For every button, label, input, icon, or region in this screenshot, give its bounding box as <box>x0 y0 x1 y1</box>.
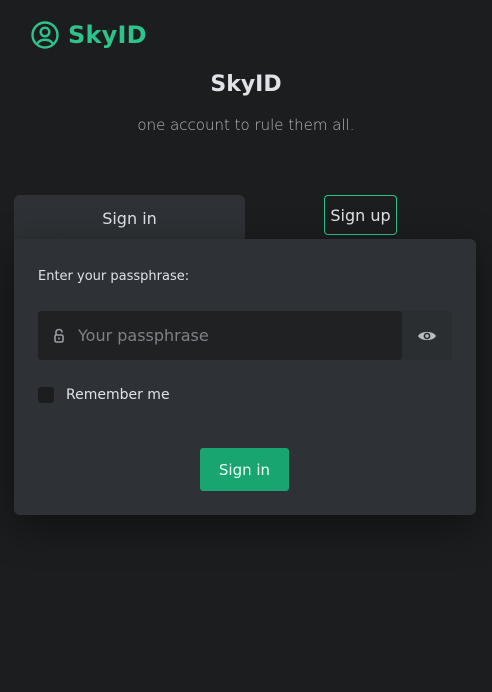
sign-in-card: Enter your passphrase: Remember me Sign … <box>14 239 476 515</box>
user-circle-icon <box>31 21 59 49</box>
toggle-visibility-button[interactable] <box>402 311 452 360</box>
remember-me[interactable]: Remember me <box>38 387 170 403</box>
passphrase-label: Enter your passphrase: <box>38 269 190 284</box>
passphrase-input[interactable] <box>78 311 402 360</box>
remember-checkbox[interactable] <box>38 387 54 403</box>
tab-sign-in[interactable]: Sign in <box>14 195 245 241</box>
sign-in-button[interactable]: Sign in <box>200 448 289 491</box>
page-title: SkyID <box>210 72 282 97</box>
passphrase-field <box>38 311 402 360</box>
unlock-icon <box>54 328 64 343</box>
page-subtitle: one account to rule them all. <box>137 116 355 134</box>
eye-icon <box>418 331 436 340</box>
brand-name: SkyID <box>68 21 147 49</box>
tab-sign-up[interactable]: Sign up <box>324 195 397 235</box>
remember-label: Remember me <box>66 387 170 403</box>
brand-header: SkyID <box>30 20 147 50</box>
